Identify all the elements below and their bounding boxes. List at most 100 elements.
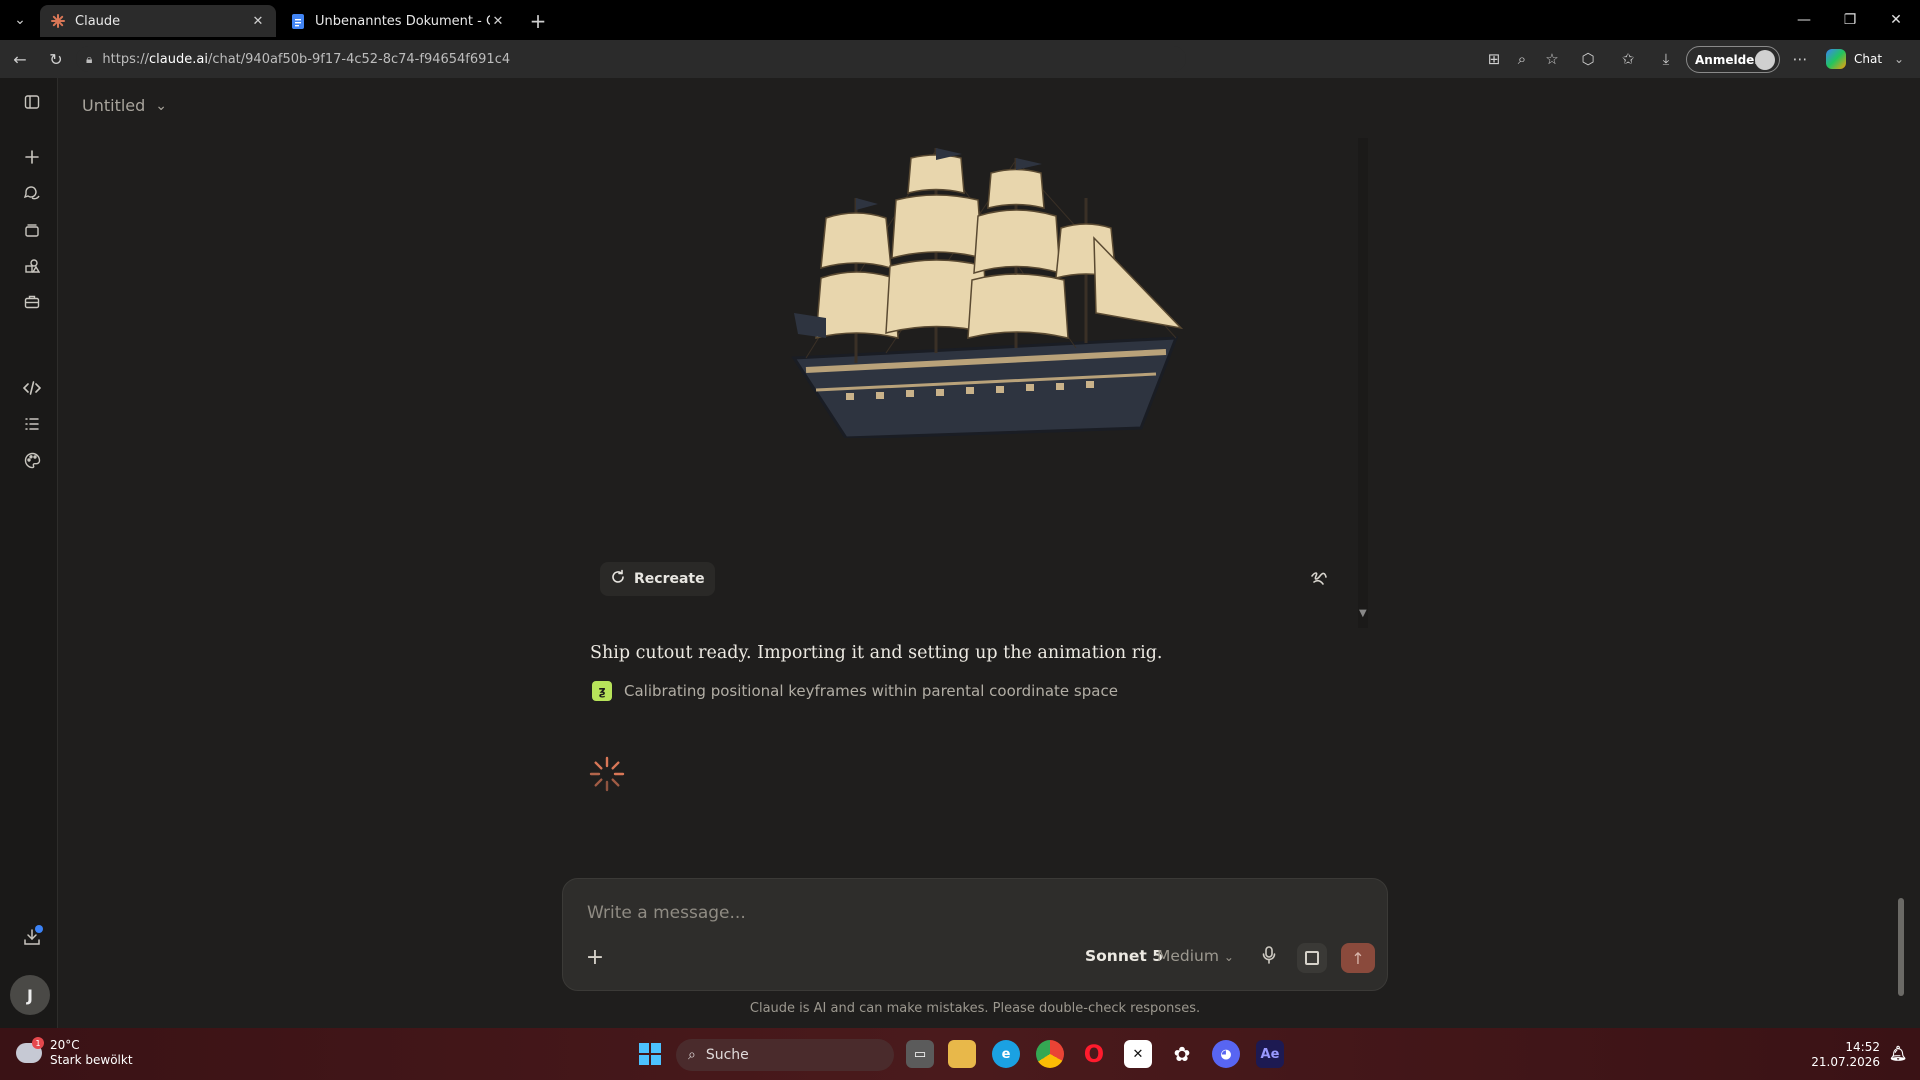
tab-google-docs[interactable]: Unbenanntes Dokument - Google ✕ (280, 5, 516, 37)
file-explorer-icon[interactable] (948, 1040, 976, 1068)
chrome-icon[interactable] (1036, 1040, 1064, 1068)
search-label: Suche (705, 1047, 749, 1063)
capcut-icon[interactable]: ✕ (1124, 1040, 1152, 1068)
message-composer: Write a message... + Sonnet 5 Medium ⌄ ↑ (562, 878, 1388, 991)
signin-label: Anmelden (1695, 52, 1763, 67)
model-selector[interactable]: Sonnet 5 (1085, 947, 1163, 965)
toggle-sidebar-icon[interactable] (18, 88, 46, 116)
ship-illustration (791, 148, 1184, 438)
restore-icon[interactable]: ❐ (1834, 8, 1866, 32)
arrow-up-icon: ↑ (1351, 948, 1365, 968)
opera-icon[interactable]: O (1080, 1040, 1108, 1068)
address-bar-row: ← ↻ 🔒︎ https://claude.ai/chat/940af50b-9… (0, 40, 1920, 78)
stop-icon (1305, 951, 1319, 965)
copilot-chat-button[interactable]: Chat ⌄ (1826, 48, 1904, 70)
profile-avatar-icon (1755, 50, 1775, 70)
recreate-label: Recreate (634, 571, 705, 587)
close-tab-icon[interactable]: ✕ (250, 13, 266, 29)
sidebar-rail: J (0, 78, 58, 1028)
copilot-icon (1826, 49, 1846, 69)
reload-icon[interactable]: ↻ (44, 47, 68, 71)
palette-icon[interactable] (18, 446, 46, 474)
claude-app: J Untitled ⌄ ▼ Recreate Ship cutout read… (0, 78, 1920, 1028)
chevron-down-icon: ⌄ (1223, 950, 1234, 964)
stop-button[interactable] (1297, 943, 1327, 973)
chats-icon[interactable] (18, 179, 46, 207)
tab-claude[interactable]: Claude ✕ (40, 5, 276, 37)
chat-title-menu[interactable]: Untitled ⌄ (82, 96, 167, 115)
chat-title: Untitled (82, 96, 146, 115)
zoom-icon[interactable]: ⌕ (1512, 49, 1532, 69)
google-docs-favicon-icon (290, 13, 306, 29)
weather-temp: 20°C (50, 1038, 80, 1052)
windows-start-icon[interactable] (636, 1040, 664, 1068)
tab-label: Unbenanntes Dokument - Google (315, 13, 490, 29)
clock-date: 21.07.2026 (1811, 1055, 1880, 1069)
recreate-icon (610, 569, 626, 589)
app-available-icon[interactable]: ⊞ (1484, 49, 1504, 69)
cloud-icon: 1 (16, 1037, 44, 1063)
disclaimer-text: Claude is AI and can make mistakes. Plea… (749, 1001, 1201, 1016)
more-menu-icon[interactable]: ⋯ (1790, 49, 1810, 69)
tool-status-row: ƺ Calibrating positional keyframes withi… (592, 681, 1118, 701)
tool-status-text: Calibrating positional keyframes within … (624, 682, 1118, 700)
search-icon: ⌕ (688, 1047, 696, 1063)
scroll-down-icon[interactable]: ▼ (1359, 608, 1367, 619)
assistant-message: Ship cutout ready. Importing it and sett… (590, 643, 1163, 663)
downloads-icon[interactable]: ⤓ (1656, 49, 1676, 69)
artifacts-icon[interactable] (18, 252, 46, 280)
chevron-down-icon: ⌄ (1894, 52, 1905, 66)
clock-time: 14:52 (1845, 1040, 1880, 1054)
add-attachment-icon[interactable]: + (583, 945, 607, 970)
back-icon[interactable]: ← (8, 47, 32, 71)
close-tab-icon[interactable]: ✕ (490, 13, 506, 29)
weather-widget[interactable]: 1 20°C Stark bewölkt (16, 1037, 133, 1068)
extensions-icon[interactable]: ⬡ (1578, 49, 1598, 69)
notification-dot (35, 925, 43, 933)
url-path: /chat/940af50b-9f17-4c52-8c74-f94654f691… (207, 51, 511, 67)
effort-selector[interactable]: Medium ⌄ (1157, 947, 1234, 965)
favorite-star-icon[interactable]: ☆ (1542, 49, 1562, 69)
recreate-button[interactable]: Recreate (600, 562, 715, 596)
user-avatar[interactable]: J (10, 975, 50, 1015)
favorites-icon[interactable]: ✩ (1618, 49, 1638, 69)
artifact-scrollbar[interactable] (1358, 138, 1368, 628)
new-tab-icon[interactable]: + (526, 9, 550, 33)
claude-favicon-icon (50, 13, 66, 29)
task-list-icon[interactable] (18, 410, 46, 438)
briefcase-icon[interactable] (18, 288, 46, 316)
notifications-icon[interactable]: 🔔︎ (1884, 1040, 1912, 1068)
effort-label: Medium (1157, 947, 1219, 965)
tab-actions-menu-icon[interactable]: ⌄ (8, 8, 32, 32)
message-input[interactable]: Write a message... (587, 903, 746, 923)
new-chat-icon[interactable] (18, 143, 46, 171)
discord-icon[interactable]: ◕ (1212, 1040, 1240, 1068)
page-scrollbar[interactable] (1898, 898, 1904, 996)
browser-tab-bar: ⌄ Claude ✕ Unbenanntes Dokument - Google… (0, 0, 1920, 40)
microphone-icon[interactable] (1257, 946, 1281, 968)
weather-desc: Stark bewölkt (50, 1053, 133, 1067)
signin-button[interactable]: Anmelden (1686, 46, 1780, 73)
windows-taskbar: 1 20°C Stark bewölkt ⌕ Suche ▭ e O ✕ ✿ ◕… (0, 1028, 1920, 1080)
copilot-label: Chat (1854, 52, 1883, 66)
minimize-icon[interactable]: — (1788, 8, 1820, 32)
taskbar-search[interactable]: ⌕ Suche (676, 1039, 894, 1071)
weather-badge: 1 (32, 1037, 44, 1049)
tab-label: Claude (75, 13, 121, 29)
chevron-down-icon: ⌄ (155, 97, 168, 114)
squiggle-edit-icon[interactable] (1310, 570, 1328, 590)
code-icon[interactable] (18, 374, 46, 402)
artifact-preview: ▼ Recreate (586, 138, 1370, 628)
site-info-icon[interactable]: 🔒︎ (86, 52, 92, 67)
close-window-icon[interactable]: ✕ (1880, 8, 1912, 32)
loading-spinner-icon (589, 756, 625, 792)
after-effects-icon[interactable]: Ae (1256, 1040, 1284, 1068)
system-clock[interactable]: 14:52 21.07.2026 (1810, 1040, 1880, 1070)
chatgpt-icon[interactable]: ✿ (1168, 1040, 1196, 1068)
url-field[interactable]: 🔒︎ https://claude.ai/chat/940af50b-9f17-… (76, 46, 1186, 72)
url-prefix: https:// (102, 51, 149, 67)
task-view-icon[interactable]: ▭ (906, 1040, 934, 1068)
edge-browser-icon[interactable]: e (992, 1040, 1020, 1068)
projects-icon[interactable] (18, 216, 46, 244)
send-button[interactable]: ↑ (1341, 943, 1375, 973)
